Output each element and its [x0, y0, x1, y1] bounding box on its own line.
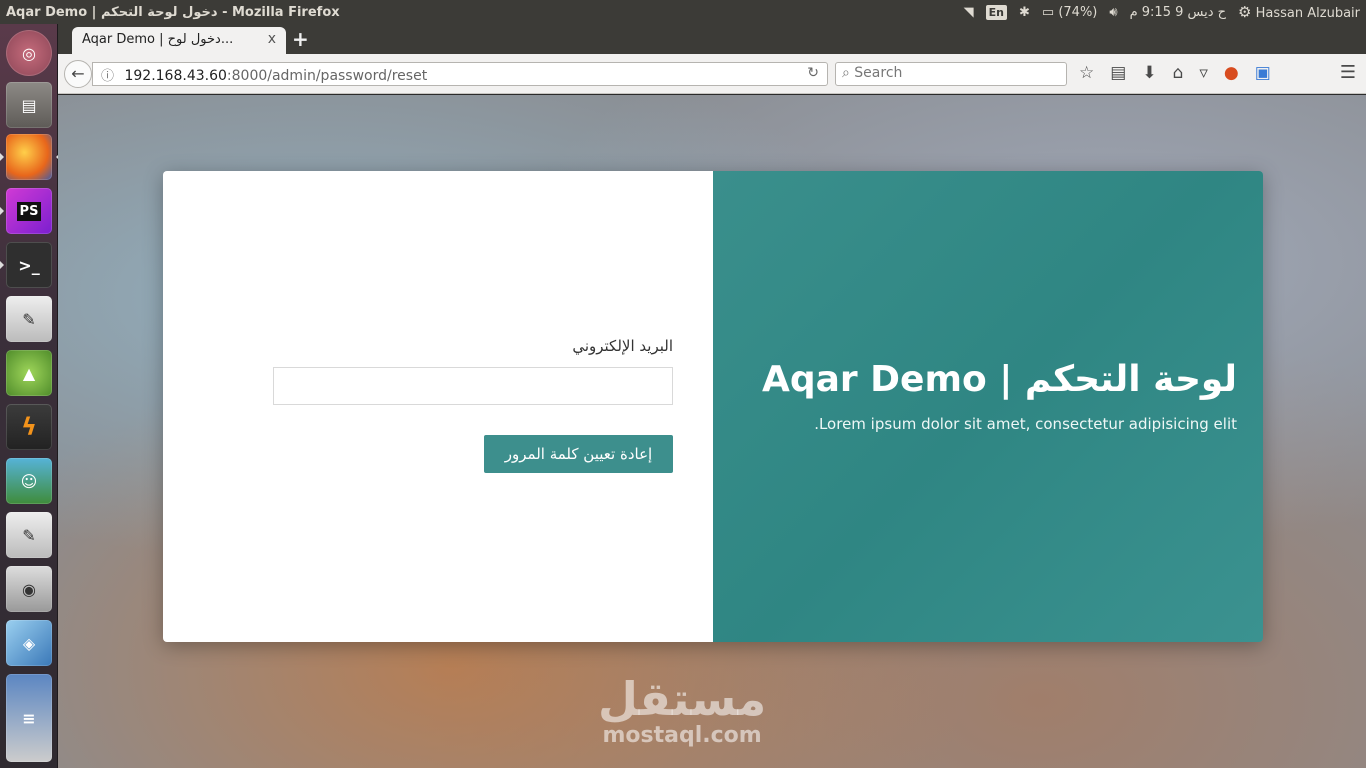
text-editor-icon[interactable]: ✎	[6, 296, 52, 342]
battery-percentage: (74%)	[1058, 4, 1098, 20]
form-panel: البريد الإلكتروني إعادة تعيين كلمة المرو…	[163, 171, 713, 642]
files-icon[interactable]: ▤	[6, 82, 52, 128]
battery-icon: ▭	[1041, 4, 1055, 20]
reset-password-button[interactable]: إعادة تعيين كلمة المرور	[484, 435, 673, 473]
wifi-icon[interactable]: ◥	[964, 5, 974, 20]
volume-icon[interactable]: 🔊︎	[1109, 5, 1117, 20]
filezilla-icon[interactable]: ϟ	[6, 404, 52, 450]
home-icon[interactable]: ⌂	[1173, 63, 1184, 83]
email-label: البريد الإلكتروني	[572, 337, 673, 355]
new-tab-button[interactable]: +	[292, 27, 309, 51]
user-menu[interactable]: ⚙ Hassan Alzubair	[1238, 3, 1360, 21]
back-arrow-icon: ←	[71, 64, 85, 83]
system-top-bar: Aqar Demo | دخول لوحة التحكم - Mozilla F…	[0, 0, 1366, 24]
page-viewport: البريد الإلكتروني إعادة تعيين كلمة المرو…	[58, 95, 1366, 768]
reload-icon[interactable]: ↻	[807, 65, 819, 81]
url-bar[interactable]: ⓘ 192.168.43.60:8000/admin/password/rese…	[92, 62, 828, 86]
hamburger-menu-icon[interactable]: ☰	[1340, 62, 1356, 83]
gear-icon: ⚙	[1238, 3, 1252, 21]
brand-subtitle: Lorem ipsum dolor sit amet, consectetur …	[814, 415, 1237, 433]
url-host: 192.168.43.60	[124, 68, 227, 84]
ubuntu-dash-icon[interactable]: ◎	[6, 30, 52, 76]
back-button[interactable]: ←	[64, 60, 92, 88]
window-title: Aqar Demo | دخول لوحة التحكم - Mozilla F…	[6, 4, 340, 20]
watermark: مستقل mostaql.com	[598, 675, 766, 748]
brand-panel: لوحة التحكم | Aqar Demo Lorem ipsum dolo…	[713, 171, 1263, 642]
pocket-icon[interactable]: ▿	[1199, 63, 1208, 83]
extension-icon[interactable]: ●	[1224, 63, 1239, 83]
watermark-arabic: مستقل	[598, 672, 767, 726]
extension-2-icon[interactable]: ▣	[1255, 63, 1271, 83]
system-tray: ◥ En ✱ ▭ (74%) 🔊︎ ح ديس 9 9:15 م ⚙ Hassa…	[964, 0, 1360, 24]
terminal-icon[interactable]: >_	[0, 242, 52, 288]
bluetooth-icon[interactable]: ✱	[1019, 5, 1030, 20]
android-studio-icon[interactable]: ▲	[6, 350, 52, 396]
search-bar[interactable]: ⌕ Search	[835, 62, 1067, 86]
login-card: البريد الإلكتروني إعادة تعيين كلمة المرو…	[163, 171, 1263, 642]
tab-title: Aqar Demo | دخول لوح...	[82, 32, 234, 47]
url-path: :8000/admin/password/reset	[226, 68, 428, 84]
app-launcher: ◎ ▤ PS >_ ✎ ▲ ϟ ☺ ✎ ◉ ◈ ≡	[0, 24, 60, 768]
email-field[interactable]	[273, 367, 673, 405]
virtualbox-icon[interactable]: ◈	[6, 620, 52, 666]
reading-list-icon[interactable]: ▤	[1110, 63, 1126, 83]
toolbar-icons: ☆ ▤ ⬇ ⌂ ▿ ● ▣	[1079, 63, 1271, 83]
avatar-app-icon[interactable]: ☺	[6, 458, 52, 504]
close-tab-icon[interactable]: x	[268, 31, 276, 47]
download-icon[interactable]: ⬇	[1142, 63, 1156, 83]
phpstorm-icon[interactable]: PS	[0, 188, 52, 234]
battery-indicator[interactable]: ▭ (74%)	[1042, 5, 1097, 20]
phpstorm-label: PS	[16, 201, 42, 221]
tab-current[interactable]: Aqar Demo | دخول لوح... x	[72, 27, 286, 54]
tab-bar: Aqar Demo | دخول لوح... x +	[58, 24, 1366, 54]
search-icon: ⌕	[842, 65, 850, 81]
camera-icon[interactable]: ◉	[6, 566, 52, 612]
keyboard-layout-indicator[interactable]: En	[985, 4, 1007, 20]
navigation-bar: ← ⓘ 192.168.43.60:8000/admin/password/re…	[58, 54, 1366, 94]
brand-title: لوحة التحكم | Aqar Demo	[761, 359, 1237, 400]
site-info-icon[interactable]: ⓘ	[101, 69, 114, 84]
app-stack-icon[interactable]: ≡	[6, 674, 52, 762]
clock[interactable]: ح ديس 9 9:15 م	[1130, 5, 1226, 20]
watermark-url: mostaql.com	[602, 723, 762, 748]
search-placeholder: Search	[854, 65, 903, 81]
user-name: Hassan Alzubair	[1255, 6, 1360, 21]
bookmark-star-icon[interactable]: ☆	[1079, 63, 1094, 83]
firefox-icon[interactable]	[0, 134, 60, 180]
text-editor-2-icon[interactable]: ✎	[6, 512, 52, 558]
